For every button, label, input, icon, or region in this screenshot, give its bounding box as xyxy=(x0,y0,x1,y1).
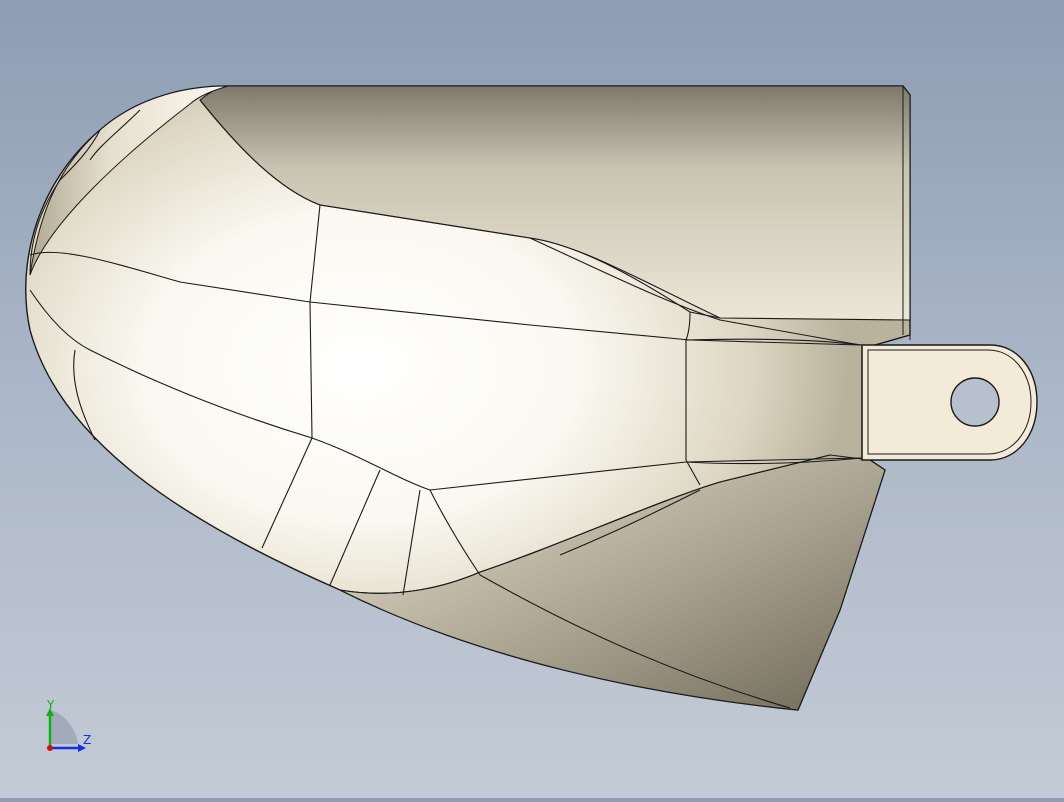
cad-part-icon[interactable] xyxy=(0,0,1064,798)
reference-triad: Y Z xyxy=(36,698,106,760)
axis-y-label: Y xyxy=(47,698,55,712)
graphics-viewport[interactable]: Y Z xyxy=(0,0,1064,798)
tab-hole xyxy=(950,377,1000,427)
axis-z-label: Z xyxy=(83,733,92,747)
